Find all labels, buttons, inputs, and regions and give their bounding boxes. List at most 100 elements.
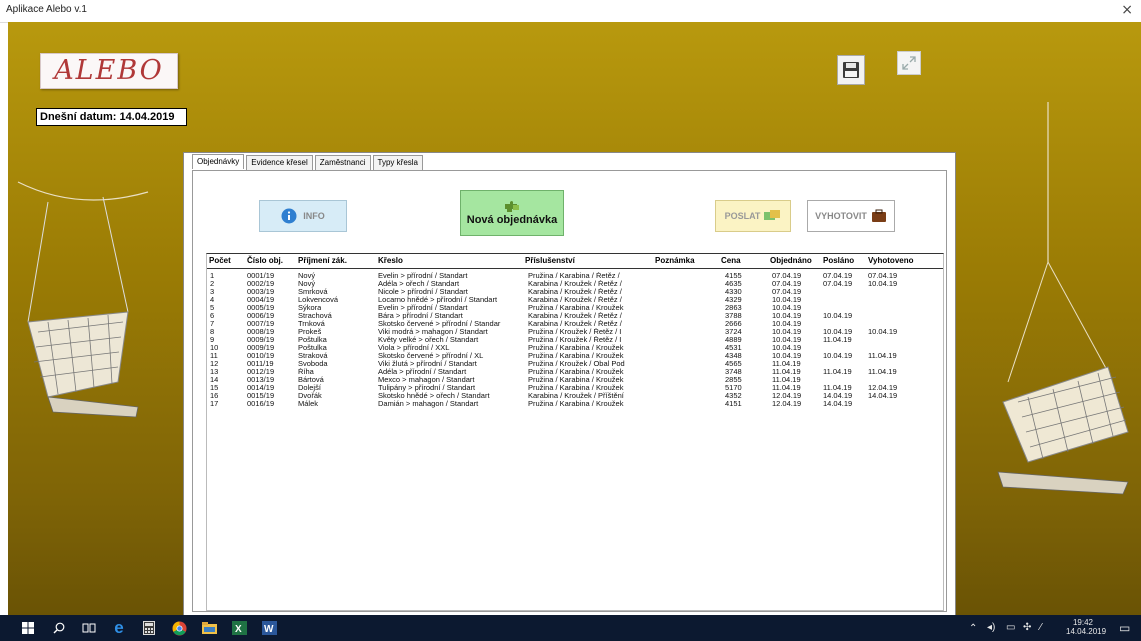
window-title: Aplikace Alebo v.1 [6,4,87,15]
table-row[interactable]: 2 0002/19 Nový Adéla > ořech / Standart Kara… [207,280,943,288]
cell-ordered: 07.04.19 [772,272,802,280]
header-order-number[interactable]: Číslo obj. [247,256,283,265]
cell-order-number: 0011/19 [247,360,274,368]
calculator-icon[interactable] [141,620,157,636]
tab-objednavky[interactable]: Objednávky [192,154,245,169]
edge-icon[interactable]: e [111,618,127,637]
close-icon[interactable]: × [1121,2,1133,18]
cell-count: 2 [210,280,215,288]
cell-completed: 14.04.19 [868,392,898,400]
cell-price: 3748 [725,368,742,376]
volume-icon[interactable]: ◂) [987,622,995,633]
cell-completed: 10.04.19 [868,328,898,336]
table-row[interactable]: 14 0013/19 Bártová Mexco > mahagon / Standa… [207,376,943,384]
tab-strip: Objednávky Evidence křesel Zaměstnanci T… [192,154,425,170]
table-row[interactable]: 3 0003/19 Smrková Nicole > přírodní / Stand… [207,288,943,296]
header-accessories[interactable]: Příslušenství [525,256,575,265]
header-customer-surname[interactable]: Příjmení zák. [298,256,347,265]
cell-sent: 07.04.19 [823,280,853,288]
save-button[interactable] [837,55,865,85]
table-row[interactable]: 4 0004/19 Lokvencová Locarno hnědé > přírod… [207,296,943,304]
app-logo: ALEBO [40,53,178,89]
current-date-label: Dnešní datum: 14.04.2019 [36,108,187,126]
chrome-icon[interactable] [171,620,187,636]
cell-accessories: Pružina / Kroužek / Řetěz / I [528,328,622,336]
cell-ordered: 12.04.19 [772,400,802,408]
table-row[interactable]: 16 0015/19 Dvořák Skotsko hnědé > ořech / S… [207,392,943,400]
send-button[interactable]: POSLAT [715,200,791,232]
cell-chair: Adéla > přírodní / Standart [378,368,467,376]
hammock-chair-left-illustration [17,181,149,418]
header-ordered[interactable]: Objednáno [770,256,812,265]
table-row[interactable]: 1 0001/19 Nový Evelin > přírodní / Standart… [207,272,943,280]
cell-chair: Viki modrá > mahagon / Standart [378,328,488,336]
cell-ordered: 11.04.19 [772,376,801,384]
orders-list[interactable]: Počet Číslo obj. Příjmení zák. Křeslo Př… [206,253,944,611]
show-hidden-icons-icon[interactable]: ⌃ [969,623,977,634]
table-row[interactable]: 15 0014/19 Dolejší Tulipány > přírodní / St… [207,384,943,392]
dropbox-icon[interactable]: ✣ [1023,622,1031,633]
table-row[interactable]: 9 0009/19 Poštulka Květy velké > ořech / St… [207,336,943,344]
complete-button[interactable]: VYHOTOVIT [807,200,895,232]
search-icon[interactable] [51,620,67,636]
header-chair[interactable]: Křeslo [378,256,403,265]
tab-zamestnanci[interactable]: Zaměstnanci [314,155,371,170]
cell-customer-surname: Strachová [298,312,332,320]
table-row[interactable]: 6 0006/19 Strachová Bára > přírodní / Stand… [207,312,943,320]
tab-evidence-kresel[interactable]: Evidence křesel [246,155,313,170]
cell-chair: Bára > přírodní / Standart [378,312,463,320]
cell-sent: 11.04.19 [823,368,852,376]
table-row[interactable]: 10 0009/19 Poštulka Viola > přírodní / XXL P… [207,344,943,352]
money-transfer-icon [764,210,781,220]
file-explorer-icon[interactable] [201,620,217,636]
table-row[interactable]: 17 0016/19 Málek Damián > mahagon / Standar… [207,400,943,408]
info-button[interactable]: INFO [259,200,347,232]
cell-price: 4151 [725,400,742,408]
windows-start-icon[interactable] [20,620,36,636]
excel-icon[interactable]: X [231,620,247,636]
cell-chair: Locarno hnědé > přírodní / Standart [378,296,498,304]
header-note[interactable]: Poznámka [655,256,695,265]
header-sent[interactable]: Posláno [823,256,854,265]
header-count[interactable]: Počet [209,256,231,265]
table-row[interactable]: 5 0005/19 Sýkora Evelin > přírodní / Standa… [207,304,943,312]
hammock-chair-right-illustration [997,102,1129,495]
word-icon[interactable]: W [261,620,277,636]
new-order-button[interactable]: Nová objednávka [460,190,564,236]
table-row[interactable]: 13 0012/19 Říha Adéla > přírodní / Standart… [207,368,943,376]
header-completed[interactable]: Vyhotoveno [868,256,913,265]
task-view-icon[interactable] [81,620,97,636]
cell-sent: 10.04.19 [823,352,853,360]
cell-order-number: 0015/19 [247,392,275,400]
windows-taskbar: e X W ⌃ ◂) ▭ ✣ ⁄ 19:42 14.04.2019 ▭ [0,615,1141,641]
logo-text: ALEBO [54,55,164,86]
clock[interactable]: 19:42 14.04.2019 [1066,618,1106,636]
table-row[interactable]: 8 0008/19 Prokeš Viki modrá > mahagon / Sta… [207,328,943,336]
cell-customer-surname: Dvořák [298,392,322,400]
cell-accessories: Pružina / Karabina / Kroužek [528,352,624,360]
expand-arrows-icon [902,56,916,70]
tab-typy-kresla[interactable]: Typy křesla [372,155,423,170]
cell-chair: Viki žlutá > přírodní / Standart [378,360,477,368]
cell-customer-surname: Nový [298,280,316,288]
cell-count: 8 [210,328,215,336]
table-row[interactable]: 11 0010/19 Straková Skotsko červené > příro… [207,352,943,360]
table-row[interactable]: 7 0007/19 Trnková Skotsko červené > přírodn… [207,320,943,328]
cell-count: 12 [210,360,219,368]
cell-count: 13 [210,368,219,376]
table-row[interactable]: 12 0011/19 Svoboda Viki žlutá > přírodní / … [207,360,943,368]
cell-count: 7 [210,320,215,328]
cell-count: 14 [210,376,219,384]
cell-chair: Evelin > přírodní / Standart [378,304,468,312]
maximize-button[interactable] [897,51,921,75]
cell-order-number: 0010/19 [247,352,275,360]
network-icon[interactable]: ▭ [1006,622,1015,633]
cell-price: 2855 [725,376,742,384]
cell-price: 4531 [725,344,742,352]
orders-list-header: Počet Číslo obj. Příjmení zák. Křeslo Př… [207,253,943,269]
header-price[interactable]: Cena [721,256,741,265]
cell-order-number: 0009/19 [247,336,275,344]
cell-order-number: 0009/19 [247,344,275,352]
notification-icon[interactable]: ▭ [1119,621,1130,635]
pen-icon[interactable]: ⁄ [1040,622,1042,633]
